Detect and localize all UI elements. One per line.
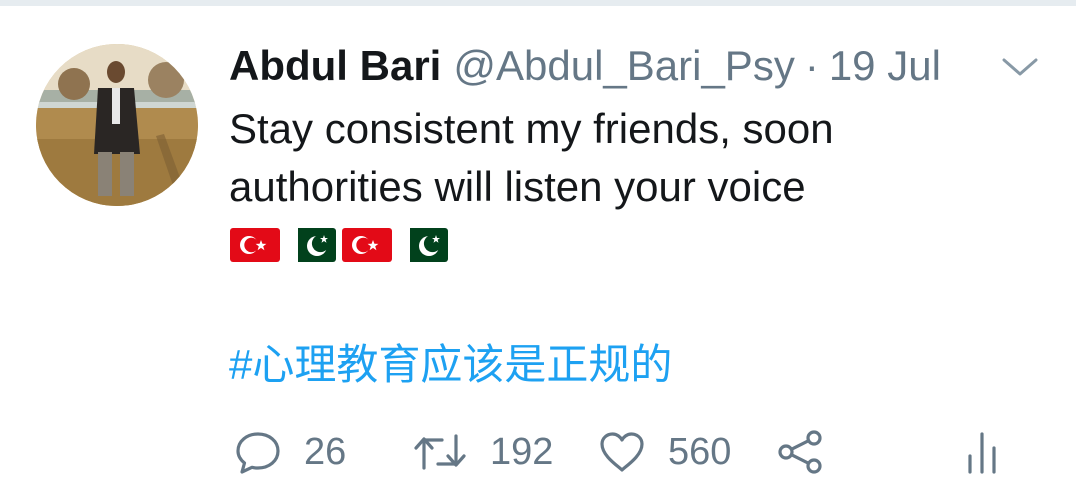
share-icon (778, 430, 822, 474)
share-button[interactable] (776, 424, 824, 480)
pakistan-flag-icon (398, 228, 448, 262)
tweet-card[interactable]: Abdul Bari @Abdul_Bari_Psy · 19 Jul Stay… (0, 6, 1076, 503)
analytics-button[interactable] (962, 424, 1002, 480)
flag-emojis (230, 228, 454, 262)
turkey-flag-icon (342, 228, 392, 262)
hashtag-link[interactable]: #心理教育应该是正规的 (229, 336, 672, 394)
chevron-down-icon[interactable] (1000, 52, 1040, 82)
retweet-count: 192 (490, 431, 554, 473)
retweet-button[interactable]: 192 (412, 424, 553, 480)
pakistan-flag-icon (286, 228, 336, 262)
separator-dot: · (804, 42, 819, 89)
like-count: 560 (668, 431, 732, 473)
reply-button[interactable]: 26 (234, 424, 346, 480)
tweet-actions-bar: 26 192 560 (0, 424, 1076, 480)
reply-count: 26 (304, 431, 347, 473)
like-button[interactable]: 560 (598, 424, 731, 480)
tweet-text: Stay consistent my friends, soon authori… (229, 105, 834, 210)
avatar[interactable] (36, 44, 198, 206)
author-name[interactable]: Abdul Bari (229, 36, 441, 96)
timestamp[interactable]: 19 Jul (829, 36, 941, 96)
turkey-flag-icon (230, 228, 280, 262)
tweet-header: Abdul Bari @Abdul_Bari_Psy · 19 Jul (229, 36, 941, 96)
reply-icon (236, 432, 280, 474)
heart-icon (600, 432, 644, 472)
author-handle[interactable]: @Abdul_Bari_Psy (453, 36, 794, 96)
retweet-icon (414, 434, 466, 470)
analytics-icon (968, 432, 996, 474)
